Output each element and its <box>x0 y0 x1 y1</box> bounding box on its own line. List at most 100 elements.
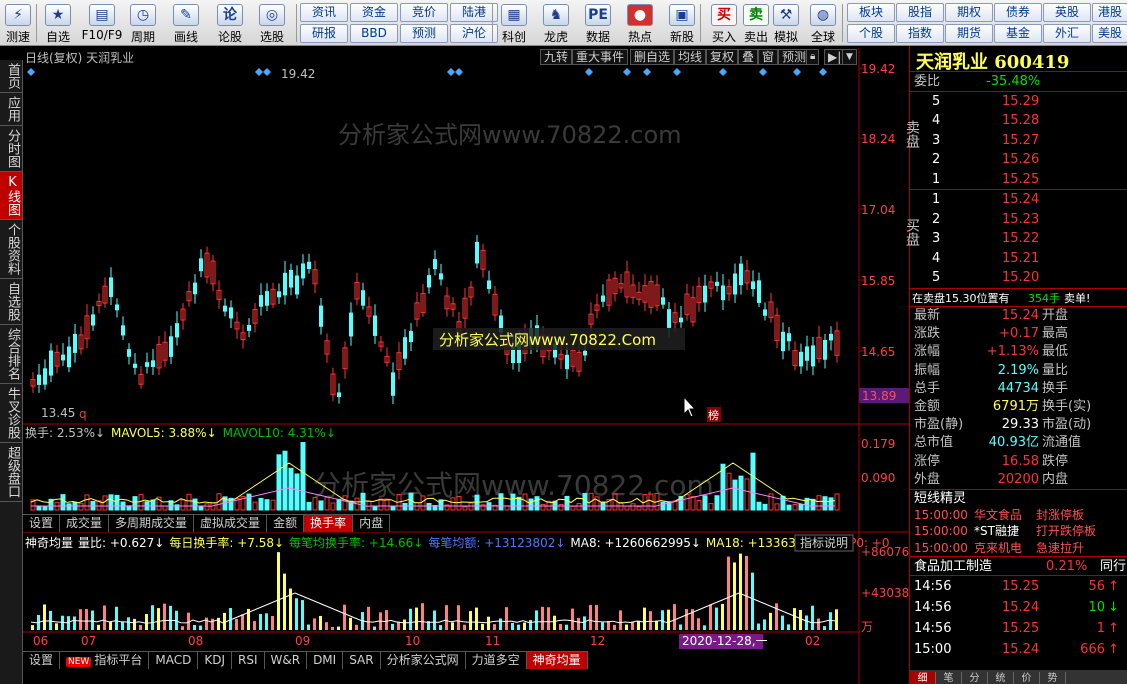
sells-level-row[interactable]: 4 15.28 <box>910 111 1127 131</box>
toolbar-link-r2-0[interactable]: 期权 <box>945 3 993 22</box>
event-marker-icon[interactable] <box>673 68 681 76</box>
event-marker-icon[interactable] <box>585 68 593 76</box>
event-marker-icon[interactable] <box>643 68 651 76</box>
toolbar-button-4[interactable]: ✎ 画线 <box>168 2 204 44</box>
indicator-tab-5[interactable]: W&R <box>264 651 308 669</box>
buys-level-row[interactable]: 1 15.24 <box>910 190 1127 210</box>
panel-tab-0[interactable]: 细 <box>910 672 936 684</box>
toolbar-link-0-1[interactable]: 研报 <box>300 24 348 43</box>
toolbar-link-r4-1[interactable]: 外汇 <box>1043 24 1091 43</box>
volume-bar <box>186 493 192 511</box>
toolbar-link-r2-1[interactable]: 期货 <box>945 24 993 43</box>
indicator-tab-3[interactable]: KDJ <box>198 651 232 669</box>
toolbar-link-r0-0[interactable]: 板块 <box>847 3 895 22</box>
event-marker-icon[interactable] <box>793 68 801 76</box>
toolbar-link-3-1[interactable]: 沪伦 <box>450 24 498 43</box>
short-term-alerts[interactable]: 15:00:00 华文食品 封涨停板 15:00:00 *ST融捷 打开跌停板 15:00:… <box>910 507 1127 557</box>
buys-level-row[interactable]: 2 15.23 <box>910 210 1127 230</box>
sells-level-row[interactable]: 5 15.29 <box>910 92 1127 112</box>
alert-row[interactable]: 15:00:00 *ST融捷 打开跌停板 <box>910 523 1127 540</box>
indicator-tab-6[interactable]: DMI <box>307 651 344 669</box>
event-marker-icon[interactable] <box>455 68 463 76</box>
leftnav-item-7[interactable]: 牛叉诊股 <box>0 384 22 443</box>
event-marker-icon[interactable] <box>819 68 827 76</box>
toolbar-button-9[interactable]: PE 数据 <box>580 2 616 44</box>
indicator-value-a: 神奇均量 <box>25 536 73 550</box>
indicator-tab-4[interactable]: RSI <box>232 651 265 669</box>
leftnav-item-1[interactable]: 应用 <box>0 93 22 126</box>
panel-tab-4[interactable]: 价 <box>1014 672 1040 684</box>
toolbar-button-2[interactable]: ▤ F10/F9 <box>80 2 124 44</box>
panel-tab-5[interactable]: 势 <box>1040 672 1066 684</box>
indicator-tab-2[interactable]: MACD <box>149 651 199 669</box>
toolbar-button-5[interactable]: 论论股 <box>212 2 248 44</box>
event-marker-icon[interactable] <box>719 68 727 76</box>
toolbar-button-6[interactable]: ◎ 选股 <box>254 2 290 44</box>
event-marker-icon[interactable] <box>255 68 263 76</box>
toolbar-button-8[interactable]: ♞ 龙虎 <box>538 2 574 44</box>
leftnav-item-3[interactable]: K线图 <box>0 172 22 220</box>
event-marker-icon[interactable] <box>263 68 271 76</box>
event-marker-icon[interactable] <box>759 68 767 76</box>
toolbar-button-14[interactable]: ⚒ 模拟 <box>768 2 804 44</box>
volume-tab-0[interactable]: 设置 <box>23 514 61 532</box>
toolbar-link-1-0[interactable]: 资金 <box>350 3 398 22</box>
toolbar-button-3[interactable]: ◷ 周期 <box>125 2 161 44</box>
toolbar-link-2-1[interactable]: 预测 <box>400 24 448 43</box>
toolbar-link-2-0[interactable]: 竞价 <box>400 3 448 22</box>
leftnav-item-0[interactable]: 首页 <box>0 60 22 93</box>
toolbar-link-r4-0[interactable]: 英股 <box>1043 3 1091 22</box>
volume-tab-4[interactable]: 金额 <box>267 514 305 532</box>
indicator-tab-0[interactable]: 设置 <box>23 651 61 669</box>
event-marker-icon[interactable] <box>27 68 35 76</box>
event-marker-icon[interactable] <box>623 68 631 76</box>
indicator-tab-1[interactable]: NEW 指标平台 <box>60 651 150 669</box>
toolbar-button-0[interactable]: ⚡ 测速 <box>0 2 36 44</box>
panel-tab-1[interactable]: 笔 <box>936 672 962 684</box>
volume-tab-1[interactable]: 成交量 <box>60 514 110 532</box>
toolbar-link-r1-1[interactable]: 指数 <box>896 24 944 43</box>
indicator-tab-9[interactable]: 力道多空 <box>465 651 527 669</box>
sells-level-row[interactable]: 1 15.25 <box>910 170 1127 190</box>
toolbar-button-7[interactable]: ▦ 科创 <box>496 2 532 44</box>
toolbar-button-1[interactable]: ★ 自选 <box>40 2 76 44</box>
alert-row[interactable]: 15:00:00 克来机电 急速拉升 <box>910 540 1127 557</box>
alert-row[interactable]: 15:00:00 华文食品 封涨停板 <box>910 507 1127 524</box>
toolbar-link-r1-0[interactable]: 股指 <box>896 3 944 22</box>
toolbar-button-15[interactable]: ◍ 全球 <box>805 2 841 44</box>
event-marker-icon[interactable] <box>447 68 455 76</box>
leftnav-item-4[interactable]: 个股资料 <box>0 220 22 279</box>
volume-tab-5[interactable]: 换手率 <box>304 514 354 532</box>
toolbar-link-1-1[interactable]: BBD <box>350 24 398 43</box>
sells-level-row[interactable]: 2 15.26 <box>910 150 1127 170</box>
leftnav-item-6[interactable]: 综合排名 <box>0 325 22 384</box>
toolbar-link-r3-1[interactable]: 基金 <box>994 24 1042 43</box>
chart-canvas[interactable]: 19.42 18.24 17.04 15.85 14.65 13.89 分析家公式网www.… <box>23 48 909 684</box>
leftnav-item-2[interactable]: 分时图 <box>0 126 22 172</box>
buys-level-row[interactable]: 4 15.21 <box>910 249 1127 269</box>
toolbar-link-3-0[interactable]: 陆港 <box>450 3 498 22</box>
toolbar-button-10[interactable]: ● 热点 <box>622 2 658 44</box>
indicator-tab-8[interactable]: 分析家公式网 <box>380 651 466 669</box>
volume-tab-6[interactable]: 内盘 <box>353 514 391 532</box>
toolbar-link-r0-1[interactable]: 个股 <box>847 24 895 43</box>
buys-level-row[interactable]: 3 15.22 <box>910 229 1127 249</box>
toolbar-link-0-0[interactable]: 资讯 <box>300 3 348 22</box>
panel-tab-3[interactable]: 统 <box>988 672 1014 684</box>
sells-level-row[interactable]: 3 15.27 <box>910 131 1127 151</box>
leftnav-item-8[interactable]: 超级盘口 <box>0 443 22 502</box>
sector-row[interactable]: 食品加工制造 0.21% 同行 <box>910 556 1127 577</box>
buys-level-row[interactable]: 5 15.20 <box>910 268 1127 288</box>
panel-tab-2[interactable]: 分 <box>962 672 988 684</box>
toolbar-link-r5-1[interactable]: 美股 <box>1092 24 1127 43</box>
leftnav-item-5[interactable]: 自选股 <box>0 279 22 325</box>
indicator-tab-10[interactable]: 神奇均量 <box>526 651 588 669</box>
indicator-tab-7[interactable]: SAR <box>343 651 381 669</box>
candle-body <box>433 259 437 270</box>
volume-tab-3[interactable]: 虚拟成交量 <box>194 514 268 532</box>
toolbar-link-r3-0[interactable]: 债券 <box>994 3 1042 22</box>
toolbar-button-11[interactable]: ▣ 新股 <box>664 2 700 44</box>
volume-tab-2[interactable]: 多周期成交量 <box>109 514 195 532</box>
buy-button[interactable]: 买买入 <box>706 2 742 44</box>
toolbar-link-r5-0[interactable]: 港股 <box>1092 3 1127 22</box>
